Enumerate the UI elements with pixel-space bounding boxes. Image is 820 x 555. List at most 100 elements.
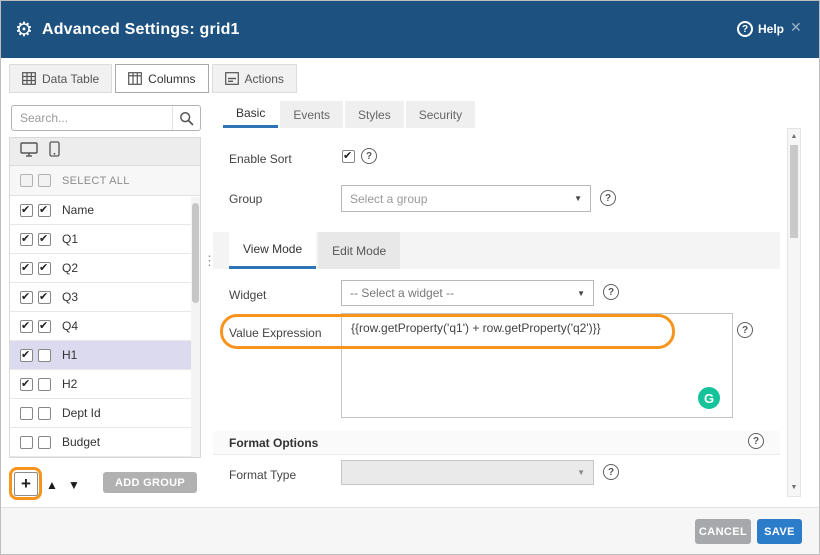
plus-icon: + bbox=[21, 474, 31, 493]
column-name: Q1 bbox=[62, 232, 78, 246]
mobile-checkbox[interactable] bbox=[38, 204, 51, 217]
tab-columns[interactable]: Columns bbox=[115, 64, 208, 93]
mobile-checkbox[interactable] bbox=[38, 291, 51, 304]
move-column-up-button[interactable]: ▲ bbox=[46, 478, 58, 492]
column-name: Dept Id bbox=[62, 406, 101, 420]
widget-help-icon[interactable]: ? bbox=[603, 284, 619, 300]
tab-label: View Mode bbox=[243, 242, 302, 256]
tab-styles[interactable]: Styles bbox=[345, 101, 404, 128]
mobile-checkbox[interactable] bbox=[38, 262, 51, 275]
close-button[interactable]: ✕ bbox=[790, 19, 802, 36]
gear-icon: ⚙ bbox=[15, 20, 33, 40]
column-name: Q3 bbox=[62, 290, 78, 304]
desktop-checkbox[interactable] bbox=[20, 291, 33, 304]
desktop-checkbox[interactable] bbox=[20, 320, 33, 333]
move-column-down-button[interactable]: ▼ bbox=[68, 478, 80, 492]
help-link[interactable]: ? Help bbox=[737, 21, 784, 37]
column-list-item[interactable]: Q4 bbox=[10, 312, 200, 341]
format-options-help-icon[interactable]: ? bbox=[748, 433, 764, 449]
tab-edit-mode[interactable]: Edit Mode bbox=[318, 232, 400, 269]
mobile-checkbox[interactable] bbox=[38, 407, 51, 420]
value-expression-textarea[interactable]: {{row.getProperty('q1') + row.getPropert… bbox=[341, 313, 733, 418]
caret-down-icon: ▼ bbox=[577, 468, 585, 477]
desktop-checkbox[interactable] bbox=[20, 378, 33, 391]
mobile-checkbox[interactable] bbox=[38, 349, 51, 362]
device-header-row bbox=[10, 138, 200, 166]
select-all-row: SELECT ALL bbox=[10, 166, 200, 196]
data-table-icon bbox=[22, 72, 36, 85]
column-list-item[interactable]: Dept Id bbox=[10, 399, 200, 428]
select-all-mobile-checkbox[interactable] bbox=[38, 174, 51, 187]
mode-tabs: View Mode Edit Mode bbox=[213, 232, 780, 269]
add-group-button[interactable]: ADD GROUP bbox=[103, 472, 197, 493]
tab-view-mode[interactable]: View Mode bbox=[229, 232, 316, 269]
tab-label: Actions bbox=[245, 72, 284, 86]
column-list-panel: SELECT ALL Name Q1 Q2 Q3 Q4 H1 bbox=[9, 137, 201, 458]
group-label: Group bbox=[229, 192, 262, 206]
group-select[interactable]: Select a group ▼ bbox=[341, 185, 591, 212]
search-icon[interactable] bbox=[172, 106, 200, 130]
column-list-item[interactable]: Q3 bbox=[10, 283, 200, 312]
tab-events[interactable]: Events bbox=[280, 101, 343, 128]
scrollbar-thumb[interactable] bbox=[192, 203, 199, 303]
column-name: Name bbox=[62, 203, 94, 217]
cancel-button[interactable]: CANCEL bbox=[695, 519, 751, 544]
mobile-icon bbox=[49, 141, 60, 162]
mobile-checkbox[interactable] bbox=[38, 320, 51, 333]
value-expression-label: Value Expression bbox=[229, 326, 322, 340]
format-options-label: Format Options bbox=[229, 436, 318, 450]
help-label: Help bbox=[758, 22, 784, 36]
save-button[interactable]: SAVE bbox=[757, 519, 802, 544]
columns-icon bbox=[128, 72, 142, 85]
desktop-checkbox[interactable] bbox=[20, 436, 33, 449]
add-column-button[interactable]: + bbox=[14, 472, 38, 496]
scrollbar-thumb[interactable] bbox=[790, 145, 798, 238]
group-help-icon[interactable]: ? bbox=[600, 190, 616, 206]
column-search-box bbox=[11, 105, 201, 131]
desktop-checkbox[interactable] bbox=[20, 233, 33, 246]
column-list-item[interactable]: Q1 bbox=[10, 225, 200, 254]
mobile-checkbox[interactable] bbox=[38, 378, 51, 391]
dialog-title: Advanced Settings: grid1 bbox=[42, 21, 240, 39]
column-list-item[interactable]: Budget bbox=[10, 428, 200, 457]
column-list-item[interactable]: Name bbox=[10, 196, 200, 225]
value-expression-help-icon[interactable]: ? bbox=[737, 322, 753, 338]
tab-actions[interactable]: Actions bbox=[212, 64, 297, 93]
format-type-help-icon[interactable]: ? bbox=[603, 464, 619, 480]
tab-label: Edit Mode bbox=[332, 244, 386, 258]
search-input[interactable] bbox=[12, 111, 172, 125]
desktop-checkbox[interactable] bbox=[20, 349, 33, 362]
dialog-header: ⚙ Advanced Settings: grid1 bbox=[1, 1, 820, 58]
select-all-desktop-checkbox[interactable] bbox=[20, 174, 33, 187]
right-panel-scrollbar[interactable]: ▲ ▼ bbox=[787, 128, 801, 497]
main-tabs: Data Table Columns Actions bbox=[9, 64, 297, 93]
widget-select[interactable]: -- Select a widget -- ▼ bbox=[341, 280, 594, 306]
scroll-up-icon[interactable]: ▲ bbox=[788, 131, 800, 143]
column-list-item[interactable]: H1 bbox=[10, 341, 200, 370]
column-list-item[interactable]: Q2 bbox=[10, 254, 200, 283]
widget-label: Widget bbox=[229, 288, 266, 302]
grammarly-icon[interactable]: G bbox=[698, 387, 720, 409]
desktop-icon bbox=[20, 142, 38, 162]
format-type-label: Format Type bbox=[229, 468, 296, 482]
tab-data-table[interactable]: Data Table bbox=[9, 64, 112, 93]
tab-basic[interactable]: Basic bbox=[223, 101, 278, 128]
column-list-scrollbar[interactable] bbox=[191, 197, 200, 457]
triangle-down-icon: ▼ bbox=[68, 478, 80, 492]
column-list-item[interactable]: H2 bbox=[10, 370, 200, 399]
desktop-checkbox[interactable] bbox=[20, 204, 33, 217]
mobile-checkbox[interactable] bbox=[38, 436, 51, 449]
column-name: Q2 bbox=[62, 261, 78, 275]
tab-security[interactable]: Security bbox=[406, 101, 475, 128]
enable-sort-checkbox[interactable] bbox=[342, 150, 355, 163]
desktop-checkbox[interactable] bbox=[20, 407, 33, 420]
triangle-up-icon: ▲ bbox=[46, 478, 58, 492]
select-all-label: SELECT ALL bbox=[62, 175, 130, 187]
mobile-checkbox[interactable] bbox=[38, 233, 51, 246]
tab-label: Security bbox=[419, 108, 462, 122]
enable-sort-help-icon[interactable]: ? bbox=[361, 148, 377, 164]
scroll-down-icon[interactable]: ▼ bbox=[788, 482, 800, 494]
desktop-checkbox[interactable] bbox=[20, 262, 33, 275]
enable-sort-label: Enable Sort bbox=[229, 152, 292, 166]
actions-icon bbox=[225, 72, 239, 85]
